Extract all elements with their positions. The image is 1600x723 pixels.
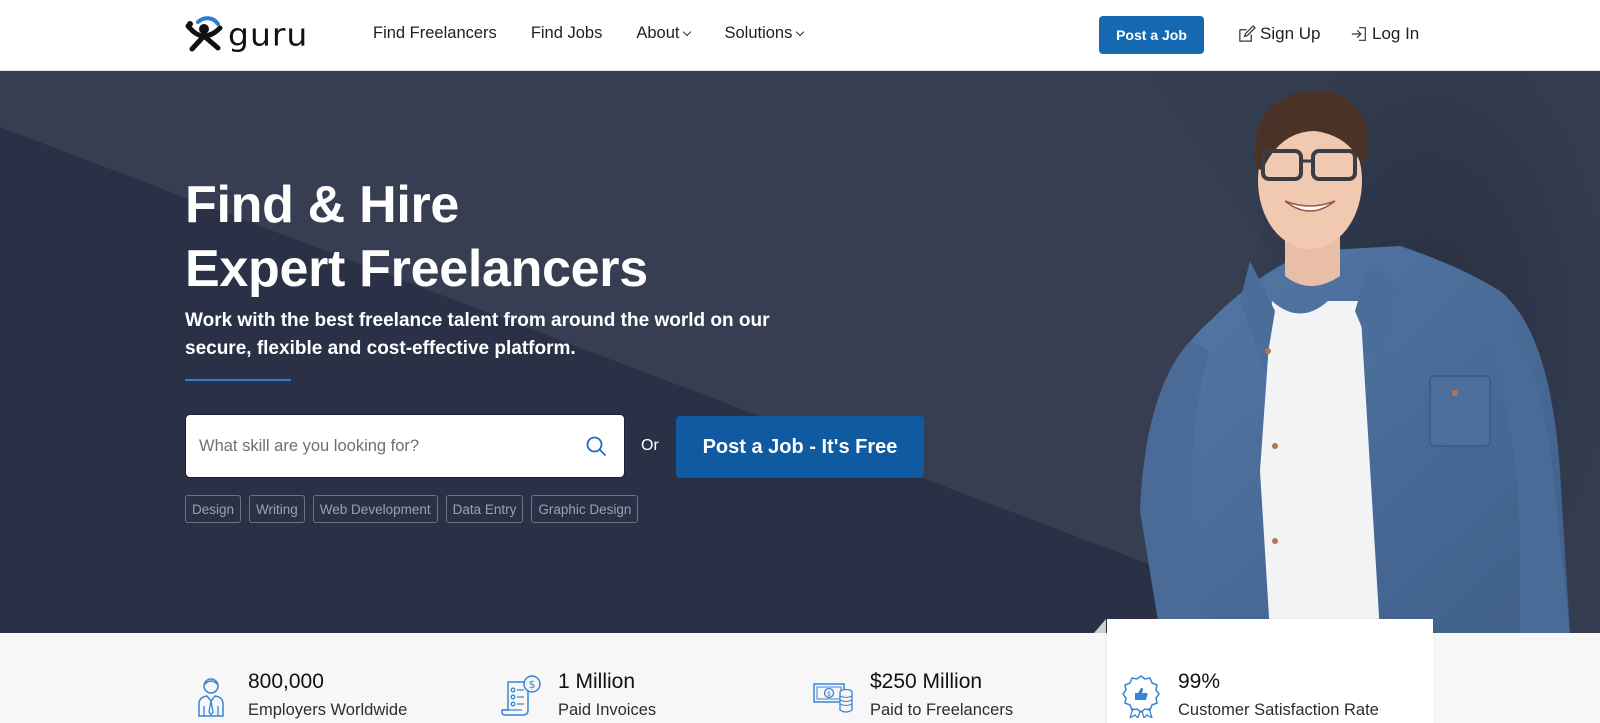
stat-satisfaction: 99% Customer Satisfaction Rate [1120, 670, 1379, 720]
nav-label: About [636, 24, 680, 42]
main-nav: Find Freelancers Find Jobs About Solutio… [373, 24, 837, 43]
svg-text:$: $ [827, 690, 831, 698]
chevron-down-icon [796, 27, 805, 36]
stat-paid-freelancers: $ $250 Million Paid to Freelancers [812, 670, 1013, 720]
log-in-label: Log In [1372, 24, 1420, 43]
guru-logo-icon [185, 16, 223, 52]
hero-title-line2: Expert Freelancers [185, 240, 648, 298]
employer-icon [198, 678, 224, 717]
stat-value: 1 Million [558, 670, 636, 693]
nav-solutions[interactable]: Solutions [724, 24, 805, 43]
money-icon: $ [813, 683, 853, 713]
hero-person-image [1140, 71, 1600, 633]
tag-design[interactable]: Design [185, 495, 242, 523]
tag-web-development[interactable]: Web Development [312, 495, 438, 523]
search-icon[interactable] [584, 434, 608, 458]
hero-title-line1: Find & Hire [185, 176, 460, 234]
or-label: Or [641, 437, 659, 454]
skill-search-input[interactable] [186, 415, 584, 477]
sign-up-label: Sign Up [1260, 24, 1321, 43]
tag-graphic-design[interactable]: Graphic Design [531, 495, 639, 523]
chevron-down-icon [683, 27, 692, 36]
hero-title: Find & Hire Expert Freelancers [185, 173, 648, 301]
nav-find-freelancers[interactable]: Find Freelancers [373, 24, 497, 43]
stat-label: Paid Invoices [558, 701, 657, 719]
tag-writing[interactable]: Writing [249, 495, 305, 523]
post-job-button[interactable]: Post a Job [1099, 16, 1204, 54]
logo-wordmark: guru [228, 15, 309, 53]
stat-value: 800,000 [248, 670, 324, 693]
sign-up-link[interactable]: Sign Up [1237, 24, 1320, 44]
nav-about[interactable]: About [636, 24, 692, 43]
stat-employers: 800,000 Employers Worldwide [190, 670, 407, 720]
login-icon [1351, 27, 1366, 41]
nav-label: Solutions [724, 24, 793, 42]
card-notch-decoration [1094, 619, 1106, 633]
svg-text:$: $ [529, 678, 536, 691]
stat-invoices: $ 1 Million Paid Invoices [500, 670, 656, 720]
invoice-icon: $ [501, 675, 541, 716]
stat-value: 99% [1178, 670, 1221, 693]
nav-label: Find Jobs [530, 24, 603, 42]
log-in-link[interactable]: Log In [1350, 24, 1419, 44]
stat-label: Paid to Freelancers [870, 701, 1014, 719]
accent-divider [185, 379, 291, 381]
satisfaction-badge-icon [1122, 675, 1160, 718]
popular-skill-tags: Design Writing Web Development Data Entr… [185, 495, 639, 523]
guru-logo[interactable]: guru [184, 15, 324, 53]
nav-label: Find Freelancers [373, 24, 497, 42]
hero-subtitle: Work with the best freelance talent from… [185, 310, 770, 359]
edit-icon [1239, 24, 1256, 42]
site-header: guru Find Freelancers Find Jobs About So… [0, 0, 1600, 71]
post-job-free-button[interactable]: Post a Job - It's Free [676, 416, 924, 478]
hero-section: Find & Hire Expert Freelancers Work with… [0, 71, 1600, 633]
stat-label: Employers Worldwide [248, 701, 408, 719]
tag-data-entry[interactable]: Data Entry [445, 495, 524, 523]
nav-find-jobs[interactable]: Find Jobs [531, 24, 603, 43]
skill-search-box[interactable] [185, 414, 625, 478]
stat-value: $250 Million [870, 670, 983, 693]
stat-label: Customer Satisfaction Rate [1178, 701, 1379, 719]
